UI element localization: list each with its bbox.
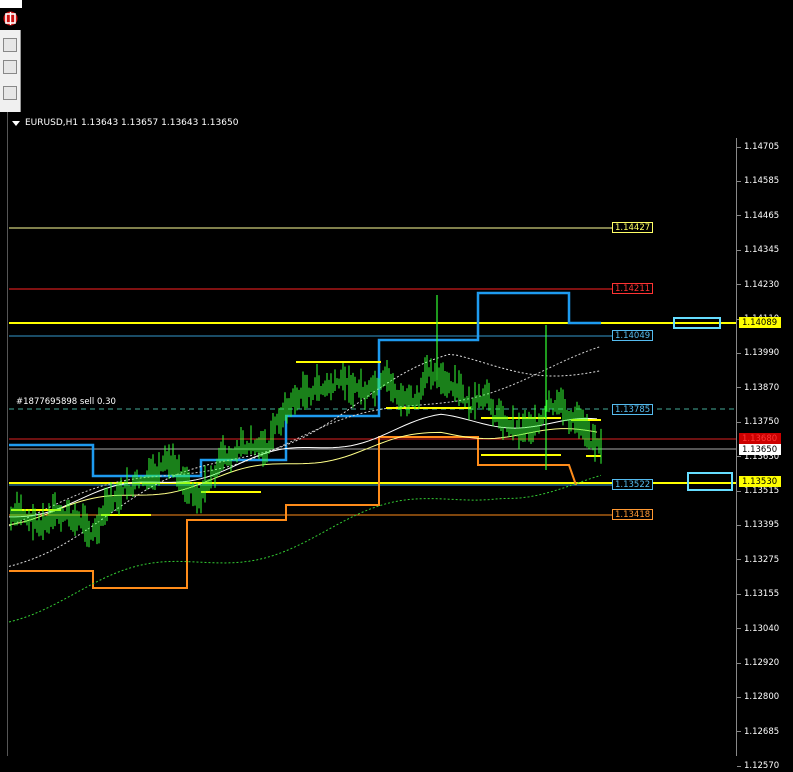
tick-label: 1.14585 — [744, 176, 780, 187]
tick-mark — [737, 284, 741, 286]
level-price-tag[interactable]: 1.13418 — [612, 509, 654, 520]
toolbar-strip — [0, 0, 22, 112]
tick-mark — [737, 146, 741, 148]
scale-price-tag: 1.13680 — [739, 433, 781, 444]
toolbar-panel — [0, 30, 21, 112]
tick-label: 1.12570 — [744, 761, 780, 772]
level-price-tag[interactable]: 1.14049 — [612, 330, 654, 341]
tick-mark — [737, 387, 741, 389]
tick-mark — [737, 731, 741, 733]
tick-mark — [737, 559, 741, 561]
app-logo-icon[interactable] — [2, 10, 19, 27]
highlight-box-lower — [687, 472, 733, 491]
price-tick: 1.14230 — [737, 279, 779, 291]
tick-label: 1.13155 — [744, 589, 780, 600]
price-chart[interactable] — [8, 112, 793, 756]
tick-label: 1.13040 — [744, 623, 780, 634]
toolbar-top-edge — [0, 0, 22, 8]
price-tick: 1.12685 — [737, 726, 779, 738]
toolbar-button-2[interactable] — [3, 60, 17, 74]
tick-label: 1.12800 — [744, 692, 780, 703]
tick-label: 1.12920 — [744, 658, 780, 668]
tick-label: 1.14465 — [744, 210, 780, 221]
level-price-tag[interactable]: 1.13785 — [612, 404, 654, 415]
price-tick: 1.13870 — [737, 382, 779, 394]
dropdown-triangle-icon[interactable] — [12, 120, 20, 126]
scale-price-tag: 1.14089 — [739, 317, 781, 328]
tick-label: 1.13750 — [744, 417, 780, 428]
toolbar-button-1[interactable] — [3, 38, 17, 52]
price-tick: 1.12800 — [737, 691, 779, 703]
price-tick: 1.13750 — [737, 416, 779, 428]
tick-mark — [737, 662, 741, 664]
price-tick: 1.13155 — [737, 588, 779, 600]
scale-price-tag: 1.13530 — [739, 476, 781, 487]
tick-mark — [737, 628, 741, 630]
price-tick: 1.13040 — [737, 623, 779, 635]
price-tick: 1.13275 — [737, 554, 779, 566]
order-label: #1877695898 sell 0.30 — [16, 397, 116, 407]
price-tick: 1.14345 — [737, 244, 779, 256]
tick-label: 1.12685 — [744, 726, 780, 737]
tick-label: 1.14345 — [744, 245, 780, 256]
tick-label: 1.13870 — [744, 382, 780, 393]
tick-mark — [737, 696, 741, 698]
price-tick: 1.14705 — [737, 141, 779, 153]
tick-mark — [737, 249, 741, 251]
tick-mark — [737, 765, 741, 767]
tick-label: 1.13395 — [744, 520, 780, 531]
tick-mark — [737, 524, 741, 526]
tick-label: 1.14230 — [744, 279, 780, 290]
price-tick: 1.12920 — [737, 657, 779, 669]
price-tick: 1.14465 — [737, 210, 779, 222]
level-price-tag[interactable]: 1.13522 — [612, 479, 654, 490]
tick-mark — [737, 215, 741, 217]
tick-mark — [737, 456, 741, 458]
tick-label: 1.13275 — [744, 554, 780, 565]
price-tick: 1.14585 — [737, 175, 779, 187]
toolbar-button-3[interactable] — [3, 86, 17, 100]
tick-label: 1.13990 — [744, 348, 780, 359]
price-tick: 1.12570 — [737, 760, 779, 772]
price-tick: 1.13990 — [737, 347, 779, 359]
level-price-tag[interactable]: 1.14427 — [612, 222, 654, 233]
chart-symbol-header[interactable]: EURUSD,H1 1.13643 1.13657 1.13643 1.1365… — [12, 116, 238, 130]
scale-price-tag: 1.13650 — [739, 444, 781, 455]
tick-mark — [737, 421, 741, 423]
tick-mark — [737, 180, 741, 182]
tick-label: 1.14705 — [744, 142, 780, 152]
price-tick: 1.13395 — [737, 519, 779, 531]
tick-mark — [737, 490, 741, 492]
tick-mark — [737, 352, 741, 354]
tick-mark — [737, 593, 741, 595]
chart-window[interactable] — [7, 112, 793, 756]
symbol-quote-text: EURUSD,H1 1.13643 1.13657 1.13643 1.1365… — [25, 118, 239, 128]
level-price-tag[interactable]: 1.14211 — [612, 283, 654, 294]
